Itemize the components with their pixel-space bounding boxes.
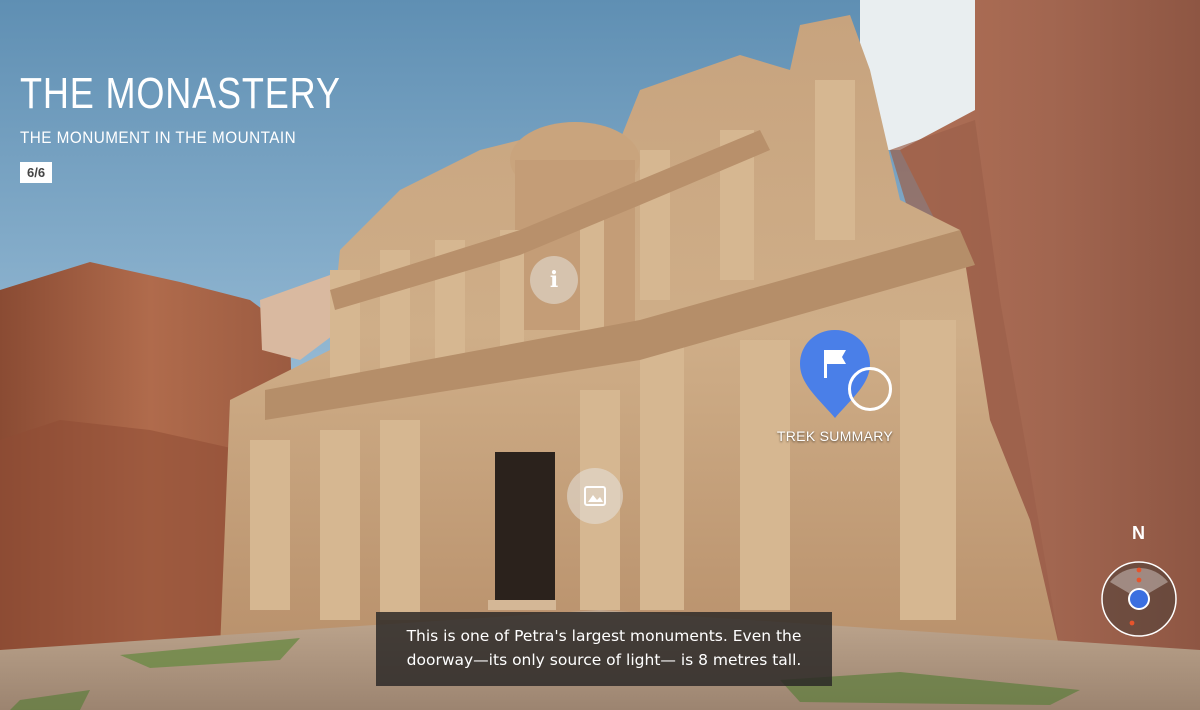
compass-north-label: N: [1132, 523, 1145, 543]
marker-focus-ring[interactable]: [848, 367, 892, 411]
compass-tick: [1136, 577, 1142, 583]
caption-line-1: This is one of Petra's largest monuments…: [406, 627, 802, 645]
caption-line-2: doorway—its only source of light— is 8 m…: [406, 651, 802, 669]
info-hotspot-button[interactable]: i: [530, 256, 578, 304]
compass-control[interactable]: [1100, 560, 1178, 638]
page-subtitle: THE MONUMENT IN THE MOUNTAIN: [20, 128, 297, 147]
photo-hotspot-button[interactable]: [567, 468, 623, 524]
trek-summary-label[interactable]: TREK SUMMARY: [772, 428, 898, 444]
title-block: THE MONASTERY THE MONUMENT IN THE MOUNTA…: [20, 68, 411, 183]
image-icon: [584, 486, 606, 506]
location-dot: [1130, 590, 1148, 608]
info-icon: i: [549, 267, 559, 293]
compass-north-tick: [1136, 567, 1142, 573]
caption-box: This is one of Petra's largest monuments…: [376, 612, 832, 686]
compass-tick: [1129, 620, 1135, 626]
page-title: THE MONASTERY: [20, 69, 341, 118]
slide-counter: 6/6: [20, 162, 53, 183]
